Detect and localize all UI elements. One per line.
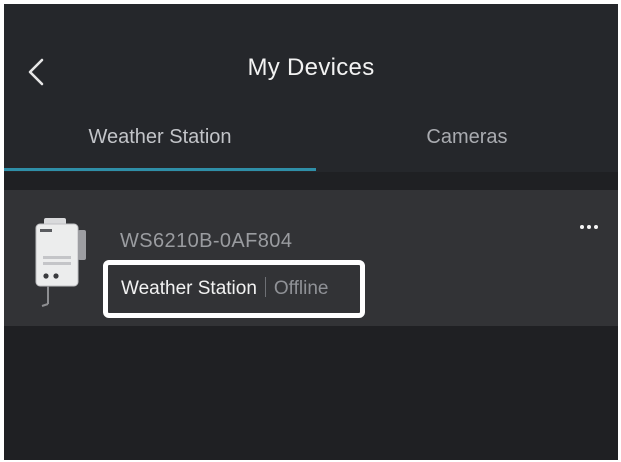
device-name: WS6210B-0AF804: [120, 230, 293, 252]
app-header: My Devices: [4, 4, 618, 122]
device-status-badge: Offline: [273, 278, 329, 299]
tab-weather-station[interactable]: Weather Station: [4, 126, 316, 149]
device-status-line: Weather Station Offline: [121, 277, 328, 300]
more-dot: [587, 225, 591, 229]
app-screen: My Devices Weather Station Cameras WS621…: [4, 4, 618, 460]
more-horizontal-icon: [580, 225, 584, 229]
tab-cameras[interactable]: Cameras: [316, 126, 618, 149]
device-type-label: Weather Station: [121, 278, 257, 299]
more-dot: [594, 225, 598, 229]
more-options-button[interactable]: [576, 216, 606, 238]
status-divider: [264, 277, 266, 297]
active-tab-indicator: [4, 168, 316, 171]
device-tabs: Weather Station Cameras: [4, 116, 618, 172]
weather-station-device-icon: [35, 218, 86, 307]
page-title: My Devices: [247, 54, 375, 81]
